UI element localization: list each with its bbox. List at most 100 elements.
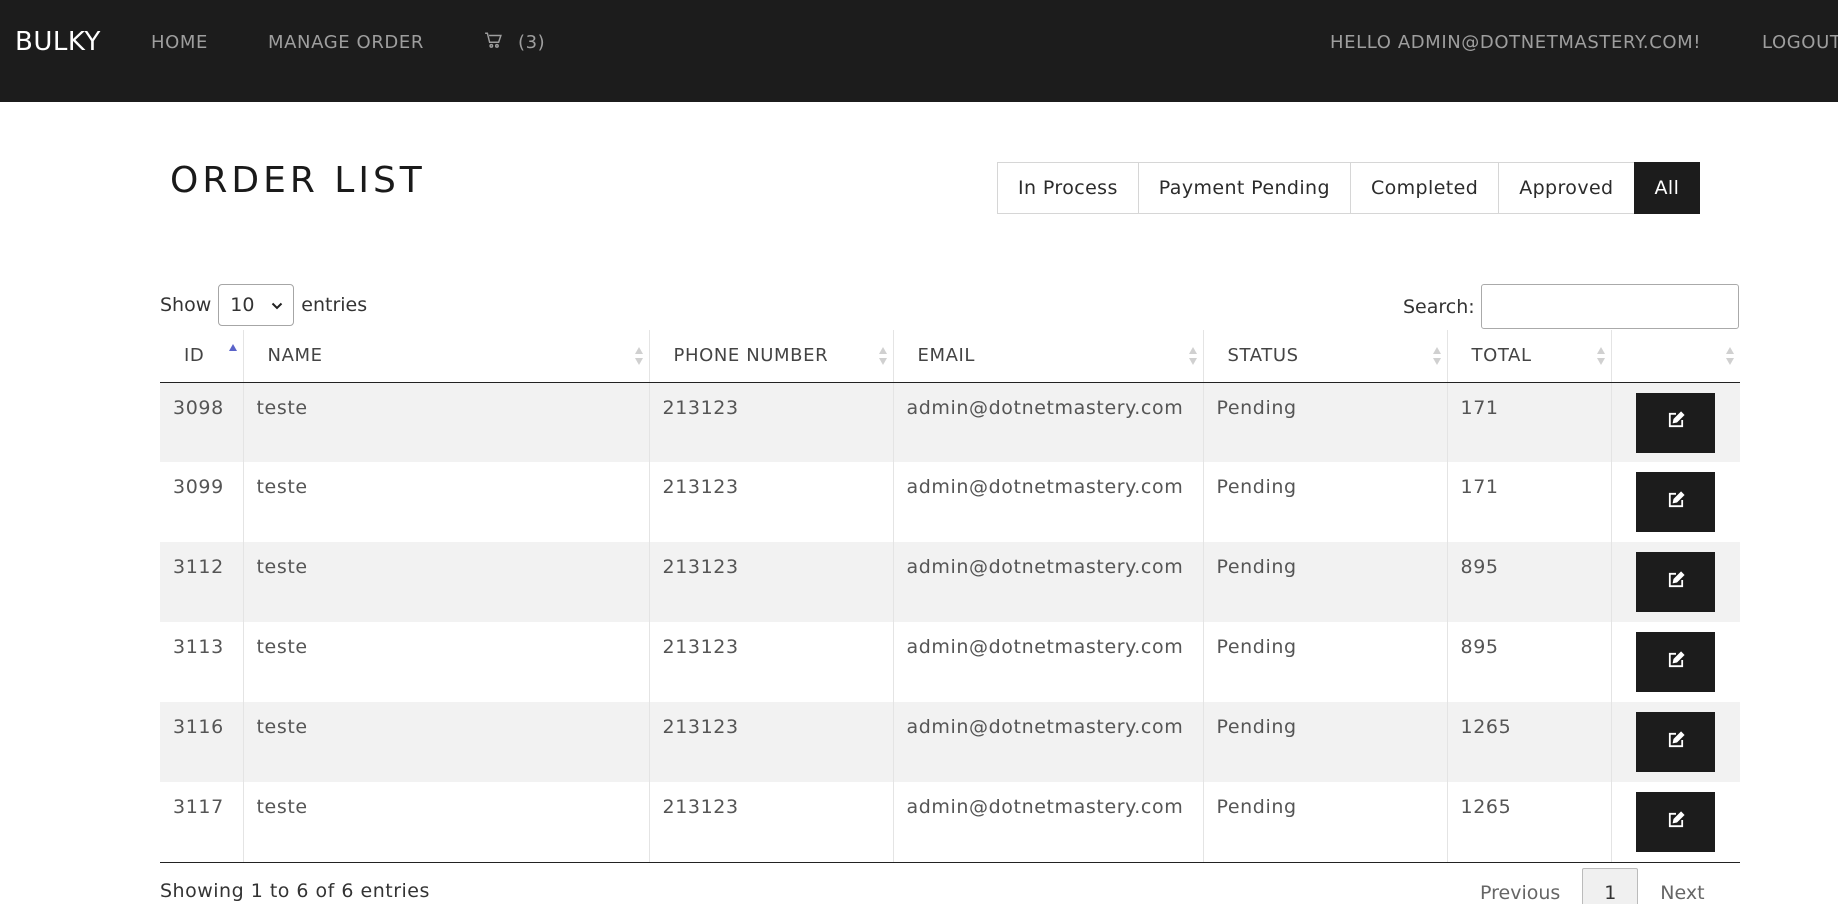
table-row: 3112 teste 213123 admin@dotnetmastery.co…	[160, 542, 1740, 622]
cell-id: 3098	[160, 382, 243, 462]
cell-total: 171	[1446, 462, 1611, 542]
search-label: Search:	[1403, 295, 1475, 318]
cell-total: 1265	[1446, 702, 1611, 782]
column-header-name[interactable]: NAME	[242, 330, 649, 383]
filter-in-process-button[interactable]: In Process	[997, 162, 1139, 214]
order-table: ID NAME PHONE NUMBER EMAIL STATUS TOTAL …	[160, 330, 1740, 863]
cell-name: teste	[242, 542, 649, 622]
sort-icon	[1188, 347, 1197, 365]
cell-email: admin@dotnetmastery.com	[892, 622, 1203, 702]
status-filter-group: In Process Payment Pending Completed App…	[997, 162, 1701, 214]
cell-total: 1265	[1446, 782, 1611, 863]
column-header-status[interactable]: STATUS	[1202, 330, 1447, 383]
cell-total: 171	[1446, 382, 1611, 462]
cell-total: 895	[1446, 542, 1611, 622]
page-length-select[interactable]: 10	[218, 284, 295, 326]
cell-actions	[1610, 782, 1740, 863]
cart-count: (3)	[518, 32, 546, 53]
cell-phone: 213123	[648, 542, 893, 622]
cell-status: Pending	[1202, 622, 1447, 702]
column-header-phone[interactable]: PHONE NUMBER	[648, 330, 893, 383]
nav-cart-link[interactable]: (3)	[484, 31, 545, 54]
column-header-email[interactable]: EMAIL	[892, 330, 1203, 383]
sort-icon	[1432, 347, 1441, 365]
cell-name: teste	[242, 622, 649, 702]
column-header-total[interactable]: TOTAL	[1446, 330, 1611, 383]
pagination: Previous 1 Next	[1480, 868, 1705, 904]
edit-icon	[1667, 490, 1685, 514]
page-title: ORDER LIST	[170, 160, 426, 201]
column-header-id[interactable]: ID	[160, 330, 243, 383]
chevron-down-icon	[271, 294, 283, 316]
edit-icon	[1667, 570, 1685, 594]
cell-actions	[1610, 382, 1740, 462]
filter-payment-pending-button[interactable]: Payment Pending	[1137, 162, 1351, 214]
user-greeting-link[interactable]: HELLO ADMIN@DOTNETMASTERY.COM!	[1330, 32, 1701, 53]
sort-icon	[878, 347, 887, 365]
cell-phone: 213123	[648, 622, 893, 702]
navbar: BULKY HOME MANAGE ORDER (3) HELLO ADMIN@…	[0, 0, 1838, 102]
pagination-page-1[interactable]: 1	[1582, 868, 1639, 904]
cell-email: admin@dotnetmastery.com	[892, 382, 1203, 462]
column-header-actions[interactable]	[1610, 330, 1740, 383]
edit-icon	[1667, 411, 1685, 434]
edit-order-button[interactable]	[1636, 712, 1716, 772]
cell-actions	[1610, 702, 1740, 782]
table-row: 3117 teste 213123 admin@dotnetmastery.co…	[160, 782, 1740, 863]
edit-icon	[1667, 650, 1685, 674]
cell-email: admin@dotnetmastery.com	[892, 462, 1203, 542]
cell-actions	[1610, 622, 1740, 702]
sort-asc-icon	[228, 344, 237, 362]
show-label: Show	[160, 294, 212, 316]
edit-order-button[interactable]	[1636, 392, 1716, 453]
filter-approved-button[interactable]: Approved	[1498, 162, 1635, 214]
table-row: 3116 teste 213123 admin@dotnetmastery.co…	[160, 702, 1740, 782]
edit-order-button[interactable]	[1636, 472, 1716, 532]
table-row: 3098 teste 213123 admin@dotnetmastery.co…	[160, 382, 1740, 462]
cart-icon	[484, 31, 502, 54]
cell-phone: 213123	[648, 702, 893, 782]
table-row: 3113 teste 213123 admin@dotnetmastery.co…	[160, 622, 1740, 702]
cell-email: admin@dotnetmastery.com	[892, 782, 1203, 863]
page-length-value: 10	[230, 294, 255, 316]
sort-icon	[1726, 347, 1734, 365]
table-header-row: ID NAME PHONE NUMBER EMAIL STATUS TOTAL	[160, 330, 1740, 383]
search-input[interactable]	[1480, 284, 1739, 329]
edit-order-button[interactable]	[1636, 792, 1716, 852]
cell-total: 895	[1446, 622, 1611, 702]
cell-status: Pending	[1202, 382, 1447, 462]
edit-order-button[interactable]	[1636, 552, 1716, 612]
cell-email: admin@dotnetmastery.com	[892, 702, 1203, 782]
cell-status: Pending	[1202, 542, 1447, 622]
cell-id: 3099	[173, 476, 224, 498]
cell-actions	[1610, 542, 1740, 622]
page-length-control: Show 10 entries	[160, 284, 367, 326]
table-row: 3099 teste 213123 admin@dotnetmastery.co…	[160, 462, 1740, 542]
nav-home-link[interactable]: HOME	[151, 32, 208, 53]
table-info: Showing 1 to 6 of 6 entries	[160, 880, 430, 902]
cell-status: Pending	[1202, 702, 1447, 782]
cell-email: admin@dotnetmastery.com	[892, 542, 1203, 622]
cell-phone: 213123	[648, 462, 893, 542]
edit-order-button[interactable]	[1636, 632, 1716, 692]
brand-logo[interactable]: BULKY	[15, 27, 101, 57]
pagination-next[interactable]: Next	[1660, 868, 1704, 904]
sort-icon	[1596, 347, 1605, 365]
cell-name: teste	[242, 462, 649, 542]
cell-id: 3116	[160, 702, 243, 782]
cell-actions	[1610, 462, 1740, 542]
cell-id: 3113	[173, 636, 224, 658]
filter-completed-button[interactable]: Completed	[1349, 162, 1500, 214]
nav-manage-order-link[interactable]: MANAGE ORDER	[268, 32, 424, 53]
edit-icon	[1667, 730, 1685, 754]
pagination-previous[interactable]: Previous	[1480, 868, 1560, 904]
cell-name: teste	[242, 702, 649, 782]
cell-id: 3117	[160, 782, 243, 863]
sort-icon	[634, 347, 643, 365]
table-search: Search:	[1403, 284, 1739, 329]
logout-link[interactable]: LOGOUT	[1762, 32, 1838, 53]
filter-all-button[interactable]: All	[1633, 162, 1701, 214]
cell-id: 3112	[160, 542, 243, 622]
cell-phone: 213123	[648, 782, 893, 863]
cell-phone: 213123	[648, 382, 893, 462]
